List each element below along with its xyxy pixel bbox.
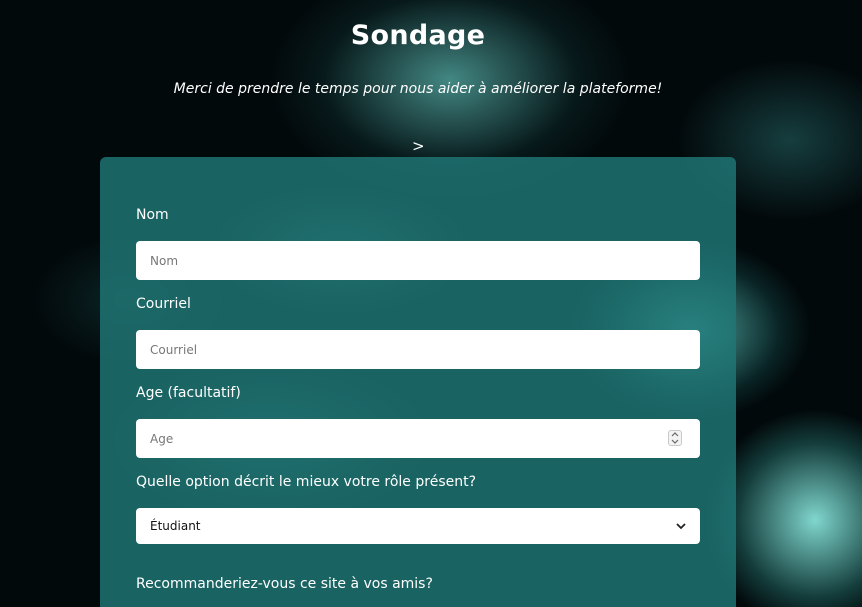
- page-subtitle: Merci de prendre le temps pour nous aide…: [173, 81, 663, 97]
- role-selected-value: Étudiant: [150, 519, 201, 533]
- chevron-down-icon: [676, 519, 686, 533]
- arrow-indicator: >: [412, 137, 425, 155]
- role-select[interactable]: Étudiant: [136, 508, 700, 544]
- email-field[interactable]: [136, 330, 700, 369]
- age-field[interactable]: [136, 419, 700, 458]
- name-label: Nom: [136, 207, 169, 223]
- email-label: Courriel: [136, 296, 191, 312]
- recommend-label: Recommanderiez-vous ce site à vos amis?: [136, 576, 433, 592]
- age-label: Age (facultatif): [136, 385, 241, 401]
- name-field[interactable]: [136, 241, 700, 280]
- page-title: Sondage: [350, 20, 486, 51]
- role-label: Quelle option décrit le mieux votre rôle…: [136, 474, 477, 490]
- number-spinner-icon[interactable]: [668, 430, 682, 446]
- survey-form: Nom Courriel Age (facultatif) Quelle opt…: [100, 157, 736, 607]
